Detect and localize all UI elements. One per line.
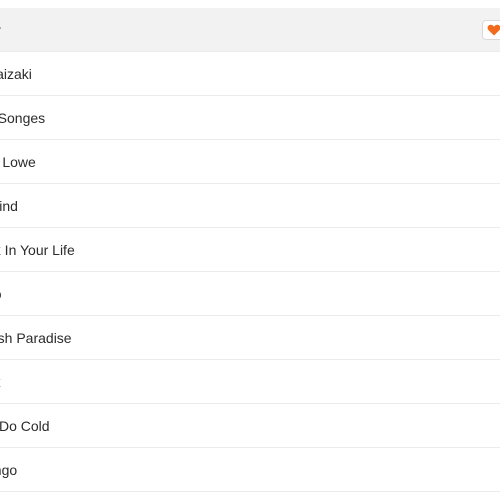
track-title: ax (0, 360, 1, 404)
track-title: er Lowe (0, 154, 36, 170)
track-list: gy waizaki e Songes er Lowe Wind ak In Y… (0, 8, 500, 492)
list-item[interactable]: Wind (0, 184, 500, 228)
list-item[interactable]: gy (0, 8, 500, 52)
track-title: e Songes (0, 110, 46, 126)
list-item[interactable]: Fish Paradise (0, 316, 500, 360)
heart-icon (487, 24, 500, 36)
track-title: Y Do Cold (0, 418, 50, 434)
track-title: gy (0, 8, 1, 52)
track-title: ango (0, 462, 18, 478)
favorite-button[interactable] (482, 20, 500, 40)
list-item[interactable]: waizaki (0, 52, 500, 96)
list-item[interactable]: Y Do Cold (0, 404, 500, 448)
track-title: Fish Paradise (0, 330, 72, 346)
track-title: Wind (0, 198, 18, 214)
list-item[interactable]: ak In Your Life (0, 228, 500, 272)
list-item[interactable]: e Songes (0, 96, 500, 140)
list-item[interactable]: ango (0, 448, 500, 492)
track-title: waizaki (0, 66, 32, 82)
list-item[interactable]: er Lowe (0, 140, 500, 184)
track-title: ak In Your Life (0, 242, 75, 258)
list-item[interactable]: go (0, 272, 500, 316)
list-item[interactable]: ax (0, 360, 500, 404)
track-title: go (0, 272, 2, 316)
